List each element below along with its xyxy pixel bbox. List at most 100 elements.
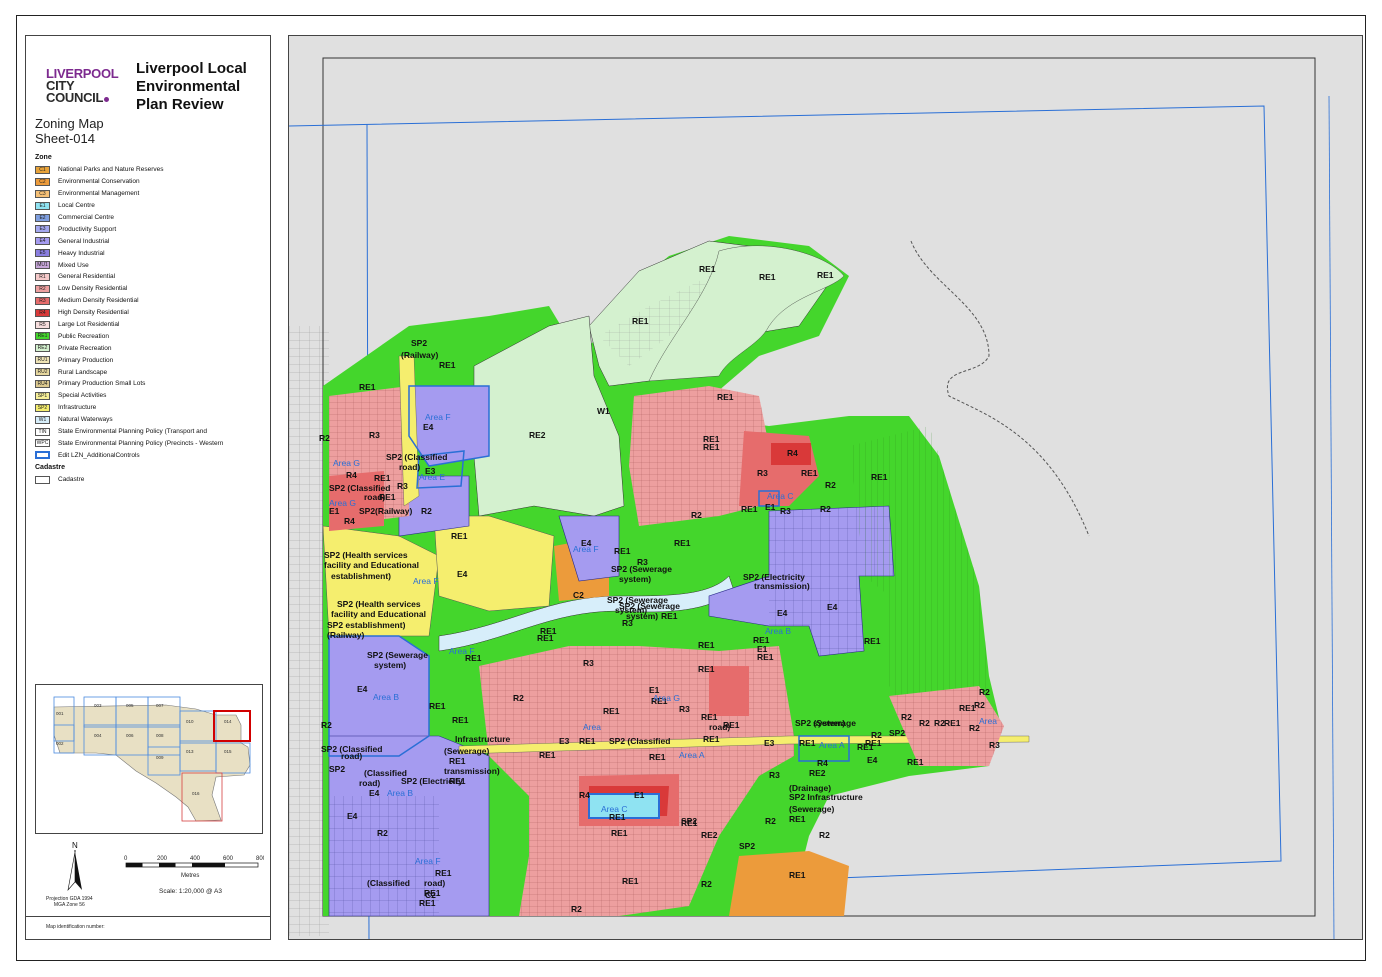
- legend-swatch: [35, 451, 50, 460]
- area-label: Area C: [601, 804, 627, 814]
- lga-boundary-shape: [53, 704, 251, 822]
- zone-label: RE1: [537, 633, 554, 643]
- legend-label: Commercial Centre: [58, 214, 114, 221]
- legend-swatch: E3: [35, 225, 50, 234]
- zone-label: SP2: [889, 728, 905, 738]
- zone-label: (Railway): [375, 506, 412, 516]
- scale-seg-3: [192, 863, 225, 867]
- key-sheet-label: 007: [156, 703, 164, 708]
- key-sheet-label: 008: [156, 733, 164, 738]
- zone-label: RE1: [944, 718, 961, 728]
- zone-label: RE1: [359, 382, 376, 392]
- legend-label: Medium Density Residential: [58, 297, 139, 305]
- legend-swatch: TIN: [35, 427, 50, 436]
- zone-label: R3: [989, 740, 1000, 750]
- area-label: Area A: [819, 740, 845, 750]
- zone-label: (Sewerage): [444, 746, 490, 756]
- zone-label: SP2: [359, 506, 375, 516]
- zone-r3-centre: [709, 666, 749, 716]
- zone-label: SP2 Infrastructure: [789, 792, 863, 802]
- legend-label: Infrastructure: [58, 404, 97, 412]
- zone-label: R3: [780, 506, 791, 516]
- key-sheet-label: 002: [56, 741, 64, 746]
- zone-label: R2: [819, 830, 830, 840]
- zone-label: R4: [344, 516, 355, 526]
- legend-swatch: C2: [35, 177, 50, 186]
- legend-panel: LIVERPOOL CITY COUNCIL Liverpool Local E…: [25, 35, 271, 940]
- zone-label: RE1: [717, 392, 734, 402]
- legend-swatch: E5: [35, 249, 50, 258]
- zone-label: RE1: [789, 814, 806, 824]
- zone-label: RE1: [871, 472, 888, 482]
- map-panel[interactable]: RE1 RE1 RE1 RE1 SP2 (Railway) RE1 RE1 W1 RE1 E4 R3 R…: [288, 35, 1363, 940]
- legend-item: R5 Large Lot Residential: [35, 319, 223, 331]
- area-label: Area E: [419, 472, 445, 482]
- zone-label: facility and Educational: [324, 560, 419, 570]
- area-label: Area F: [413, 576, 439, 586]
- scale-text: Scale: 1:20,000 @ A3: [159, 888, 222, 895]
- area-label: Area: [979, 716, 997, 726]
- cadastre-legend-item: Cadastre: [35, 474, 84, 486]
- zone-label: RE1: [701, 712, 718, 722]
- zone-label: RE1: [452, 715, 469, 725]
- zone-label: RE1: [799, 738, 816, 748]
- grid-line-blue-3: [1328, 95, 1335, 939]
- key-map-svg: 001 002 003 004 005 006 007 008 009 010 013 014 015 0…: [53, 696, 251, 822]
- legend-label: Large Lot Residential: [58, 321, 120, 329]
- scale-tick: 0: [124, 856, 128, 862]
- zone-label: R3: [397, 481, 408, 491]
- zone-label: RE1: [649, 752, 666, 762]
- scale-tick: 800: [256, 856, 264, 862]
- zone-label: SP2: [739, 841, 755, 851]
- zoning-map-svg[interactable]: RE1RE1 RE1RE1SP2(Railway)RE1RE1W1RE1E4R3R…: [289, 36, 1363, 940]
- zone-label: RE1: [698, 664, 715, 674]
- legend-label: Productivity Support: [58, 225, 117, 233]
- zone-legend-list: C1 National Parks and Nature Reserves C2 En…: [35, 164, 223, 461]
- legend-label: General Industrial: [58, 237, 110, 245]
- zone-label: R4: [787, 448, 798, 458]
- key-sheet-label: 013: [186, 749, 194, 754]
- zone-label: RE1: [449, 776, 466, 786]
- key-sheet-label: 001: [56, 711, 64, 716]
- zone-label: E4: [457, 569, 468, 579]
- map-name: Zoning Map: [35, 116, 104, 131]
- key-sheet-label: 015: [224, 749, 232, 754]
- zone-label: C2: [573, 590, 584, 600]
- legend-swatch: E4: [35, 237, 50, 246]
- zone-label: RE1: [681, 818, 698, 828]
- title-line1: Liverpool Local: [136, 60, 247, 77]
- zone-label: RE1: [614, 546, 631, 556]
- legend-label: Mixed Use: [58, 261, 89, 269]
- zone-label: E4: [827, 602, 838, 612]
- legend-swatch: R2: [35, 284, 50, 293]
- scale-bar: 0 200 400 600 800 Metres: [124, 854, 267, 889]
- zone-label: RE1: [579, 736, 596, 746]
- map-identification: Map identification number:: [26, 916, 270, 930]
- zone-label: R2: [979, 687, 990, 697]
- zone-label: E4: [369, 788, 380, 798]
- area-label: Area G: [653, 693, 680, 703]
- area-label: Area G: [333, 458, 360, 468]
- north-arrow-half: [67, 851, 76, 892]
- key-sheet-label: 010: [186, 719, 194, 724]
- zone-label: RE1: [622, 876, 639, 886]
- scale-seg-1: [126, 863, 143, 867]
- legend-label: Natural Waterways: [58, 416, 113, 424]
- zone-heading: Zone: [35, 154, 52, 161]
- logo-dot-icon: [104, 97, 110, 102]
- zone-label: RE1: [801, 468, 818, 478]
- zone-label: RE1: [661, 611, 678, 621]
- logo-line3: COUNCIL: [46, 90, 104, 105]
- scale-tick: 400: [190, 856, 201, 862]
- legend-label: General Residential: [58, 273, 116, 281]
- area-label: Area F: [449, 646, 475, 656]
- legend-item: E4 General Industrial: [35, 235, 223, 247]
- zone-label: R2: [513, 693, 524, 703]
- zone-c2-south: [729, 851, 849, 916]
- zone-label: SP2 (Sewerage: [611, 564, 672, 574]
- zone-label: E3: [764, 738, 775, 748]
- zone-label: R2: [701, 879, 712, 889]
- zone-label: transmission): [444, 766, 500, 776]
- legend-swatch: E2: [35, 213, 50, 222]
- zone-label: E4: [777, 608, 788, 618]
